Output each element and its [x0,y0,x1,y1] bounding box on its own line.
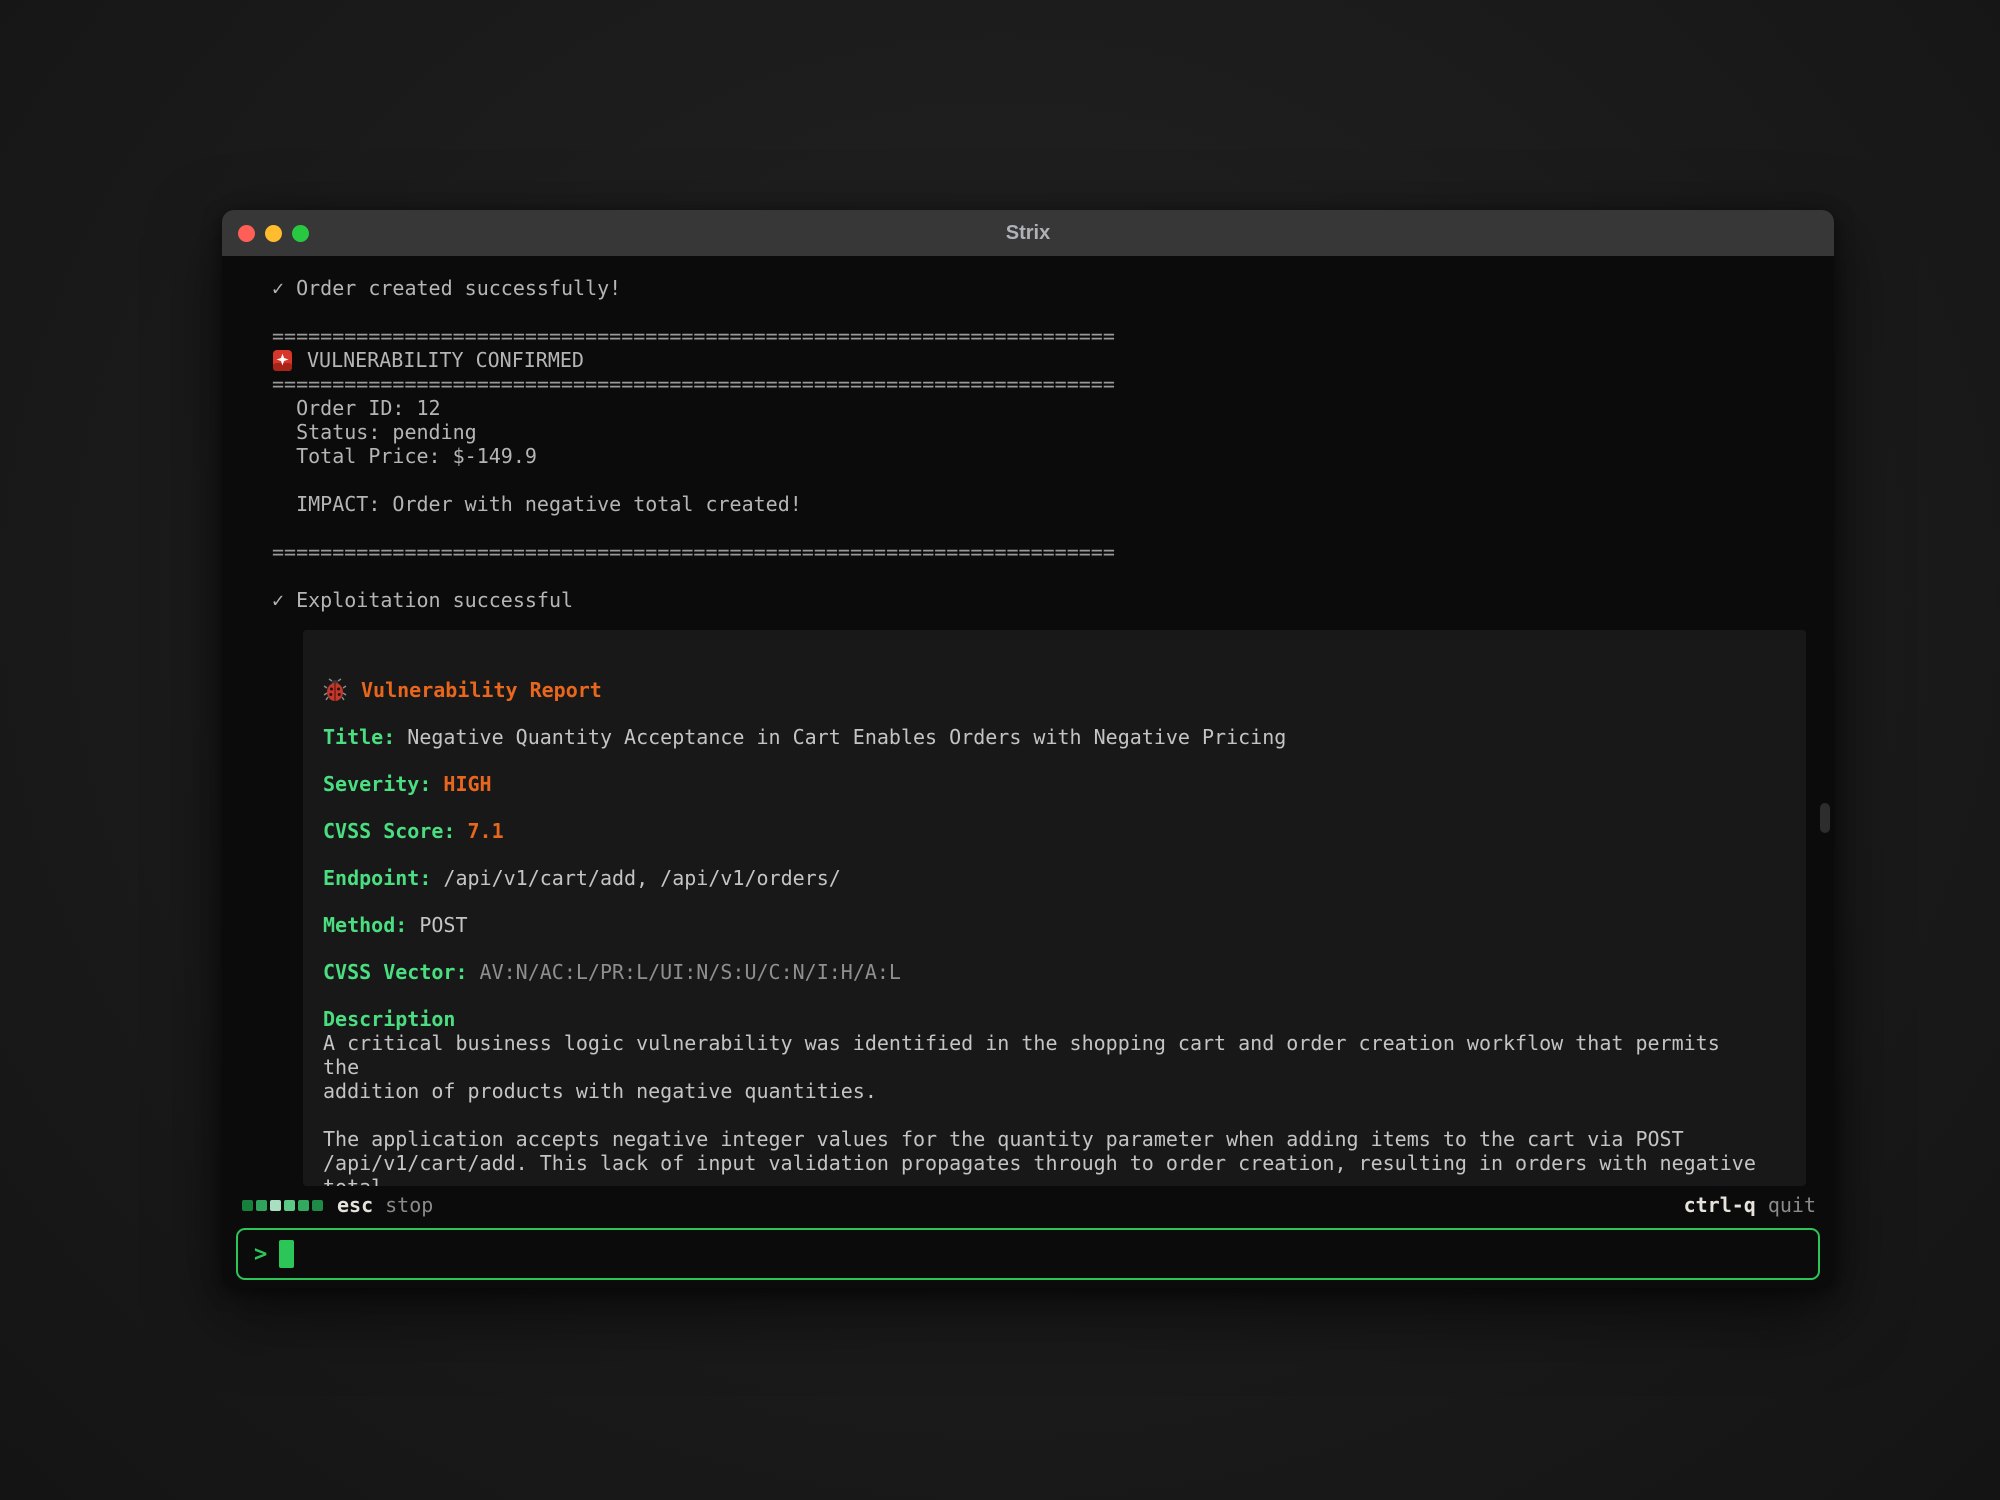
activity-dot [284,1200,295,1211]
endpoint-value: /api/v1/cart/add, /api/v1/orders/ [431,866,840,890]
input-prompt: > [254,1242,267,1267]
cvss-vector-label: CVSS Vector: [323,960,468,984]
report-cvss-score-row: CVSS Score: 7.1 [323,819,1766,843]
window-title: Strix [222,222,1834,245]
vulnerability-confirmed-line: VULNERABILITY CONFIRMED [272,348,1834,372]
report-header: Vulnerability Report [323,678,1766,702]
vulnerability-report-panel: Vulnerability Report Title: Negative Qua… [303,630,1806,1186]
activity-dot [270,1200,281,1211]
strix-terminal-window: Strix ✓ Order created successfully! ====… [222,210,1834,1288]
report-cvss-vector-row: CVSS Vector: AV:N/AC:L/PR:L/UI:N/S:U/C:N… [323,960,1766,984]
order-success-line: ✓ Order created successfully! [272,276,1834,300]
severity-value: HIGH [431,772,491,796]
order-status-line: Status: pending [272,420,1834,444]
report-endpoint-row: Endpoint: /api/v1/cart/add, /api/v1/orde… [323,866,1766,890]
activity-dot [298,1200,309,1211]
activity-dot [312,1200,323,1211]
separator-line: ========================================… [272,540,1834,564]
total-price-line: Total Price: $-149.9 [272,444,1834,468]
severity-label: Severity: [323,772,431,796]
description-paragraph-2: The application accepts negative integer… [323,1127,1766,1186]
separator-line: ========================================… [272,372,1834,396]
status-bar: esc stop ctrl-q quit [222,1186,1834,1224]
cvss-score-label: CVSS Score: [323,819,455,843]
title-bar[interactable]: Strix [222,210,1834,256]
scrollbar-thumb[interactable] [1820,803,1830,833]
title-value: Negative Quantity Acceptance in Cart Ena… [395,725,1286,749]
description-paragraph-1: A critical business logic vulnerability … [323,1031,1766,1103]
esc-action-label: stop [385,1193,433,1217]
esc-key-hint: esc [337,1193,373,1217]
report-method-row: Method: POST [323,913,1766,937]
report-header-label: Vulnerability Report [361,678,602,702]
terminal-output[interactable]: ✓ Order created successfully! ==========… [222,256,1834,1186]
activity-dot [242,1200,253,1211]
report-title-row: Title: Negative Quantity Acceptance in C… [323,725,1766,749]
order-id-line: Order ID: 12 [272,396,1834,420]
method-value: POST [407,913,467,937]
quit-action-label: quit [1768,1193,1816,1217]
vulnerability-confirmed-label: VULNERABILITY CONFIRMED [307,348,584,372]
ladybug-icon [323,678,347,702]
title-label: Title: [323,725,395,749]
cvss-score-value: 7.1 [455,819,503,843]
description-heading: Description [323,1007,1766,1031]
cvss-vector-value: AV:N/AC:L/PR:L/UI:N/S:U/C:N/I:H/A:L [468,960,901,984]
siren-icon [272,349,293,372]
exploitation-success-line: ✓ Exploitation successful [272,588,1834,612]
impact-line: IMPACT: Order with negative total create… [272,492,1834,516]
endpoint-label: Endpoint: [323,866,431,890]
text-cursor [279,1240,294,1268]
report-severity-row: Severity: HIGH [323,772,1766,796]
activity-dot [256,1200,267,1211]
method-label: Method: [323,913,407,937]
quit-key-hint: ctrl-q [1684,1193,1756,1217]
separator-line: ========================================… [272,324,1834,348]
activity-indicator [242,1200,323,1211]
command-input[interactable]: > [236,1228,1820,1280]
